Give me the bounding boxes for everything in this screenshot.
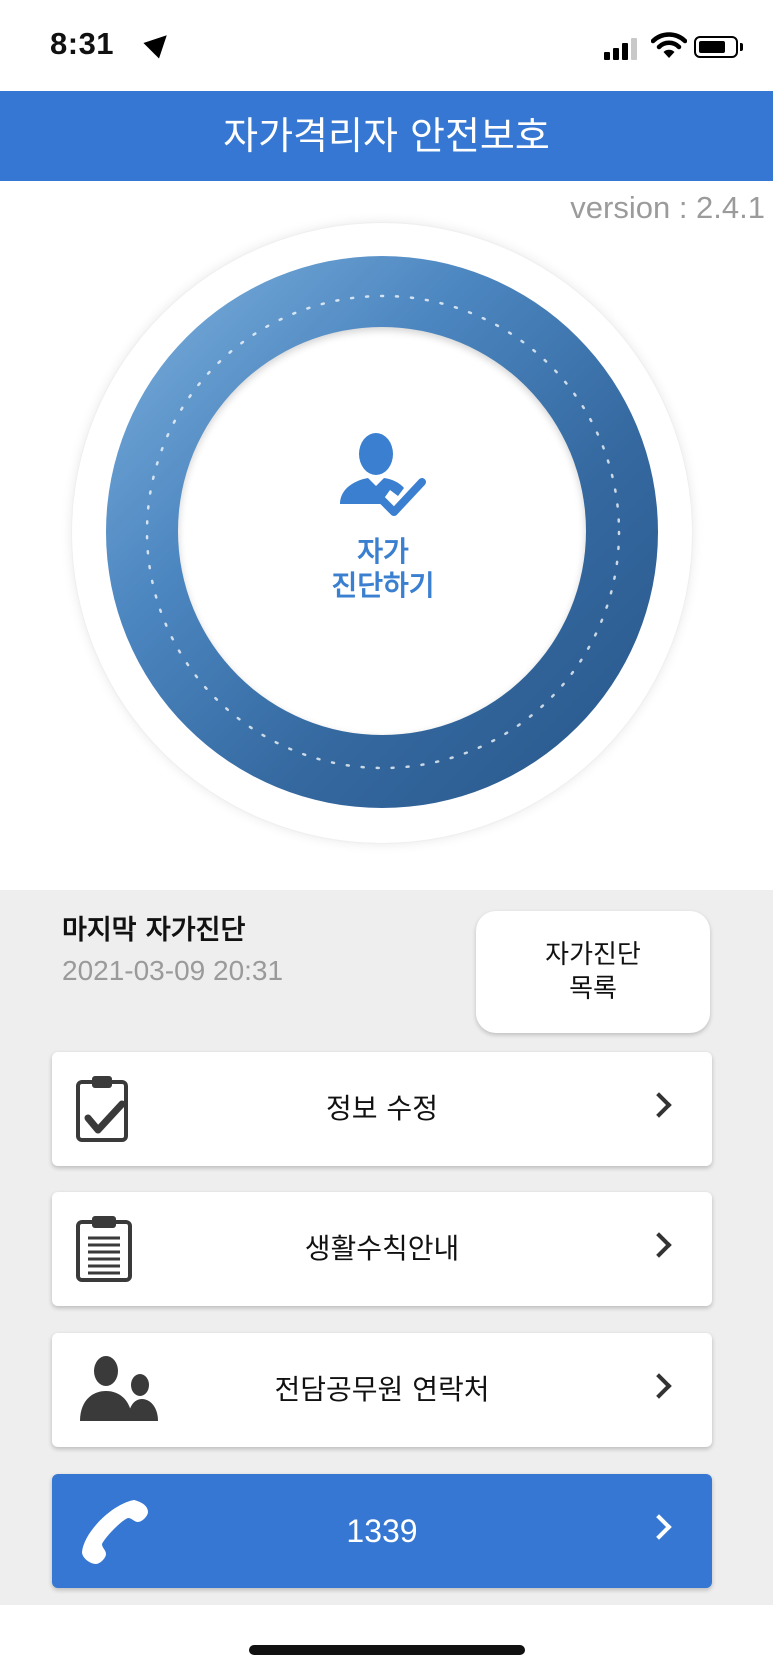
last-check-label: 마지막 자가진단	[62, 915, 246, 946]
menu-officer-contact-label: 전담공무원 연락처	[274, 1373, 490, 1406]
battery-icon	[694, 36, 738, 58]
location-arrow-icon	[143, 27, 175, 59]
menu-officer-contact[interactable]: 전담공무원 연락처	[52, 1333, 712, 1447]
status-bar: 8:31	[0, 0, 773, 90]
self-check-label[interactable]: 자가 진단하기	[278, 535, 488, 603]
battery-tip	[740, 43, 743, 51]
app-title: 자가격리자 안전보호	[223, 114, 550, 158]
signal-icon	[604, 38, 640, 60]
home-indicator[interactable]	[249, 1645, 525, 1655]
app-header: 자가격리자 안전보호	[0, 91, 773, 181]
menu-edit-info-label: 정보 수정	[326, 1092, 438, 1125]
version-label: version : 2.4.1	[570, 190, 765, 225]
wifi-icon	[651, 32, 687, 58]
self-check-button[interactable]	[178, 327, 586, 735]
menu-edit-info[interactable]: 정보 수정	[52, 1052, 712, 1166]
self-check-list-button[interactable]: 자가진단 목록	[476, 911, 710, 1033]
call-1339-button[interactable]: 1339	[52, 1474, 712, 1588]
user-check-icon	[340, 433, 426, 516]
last-check-datetime: 2021-03-09 20:31	[62, 955, 284, 986]
menu-living-rules-label: 생활수칙안내	[304, 1232, 460, 1265]
self-check-label-line2: 진단하기	[331, 569, 435, 602]
call-1339-label: 1339	[346, 1513, 418, 1549]
self-check-list-label: 자가진단 목록	[545, 940, 641, 1004]
self-check-label-line1: 자가	[357, 535, 409, 568]
menu-living-rules[interactable]: 생활수칙안내	[52, 1192, 712, 1306]
status-time: 8:31	[50, 26, 115, 61]
